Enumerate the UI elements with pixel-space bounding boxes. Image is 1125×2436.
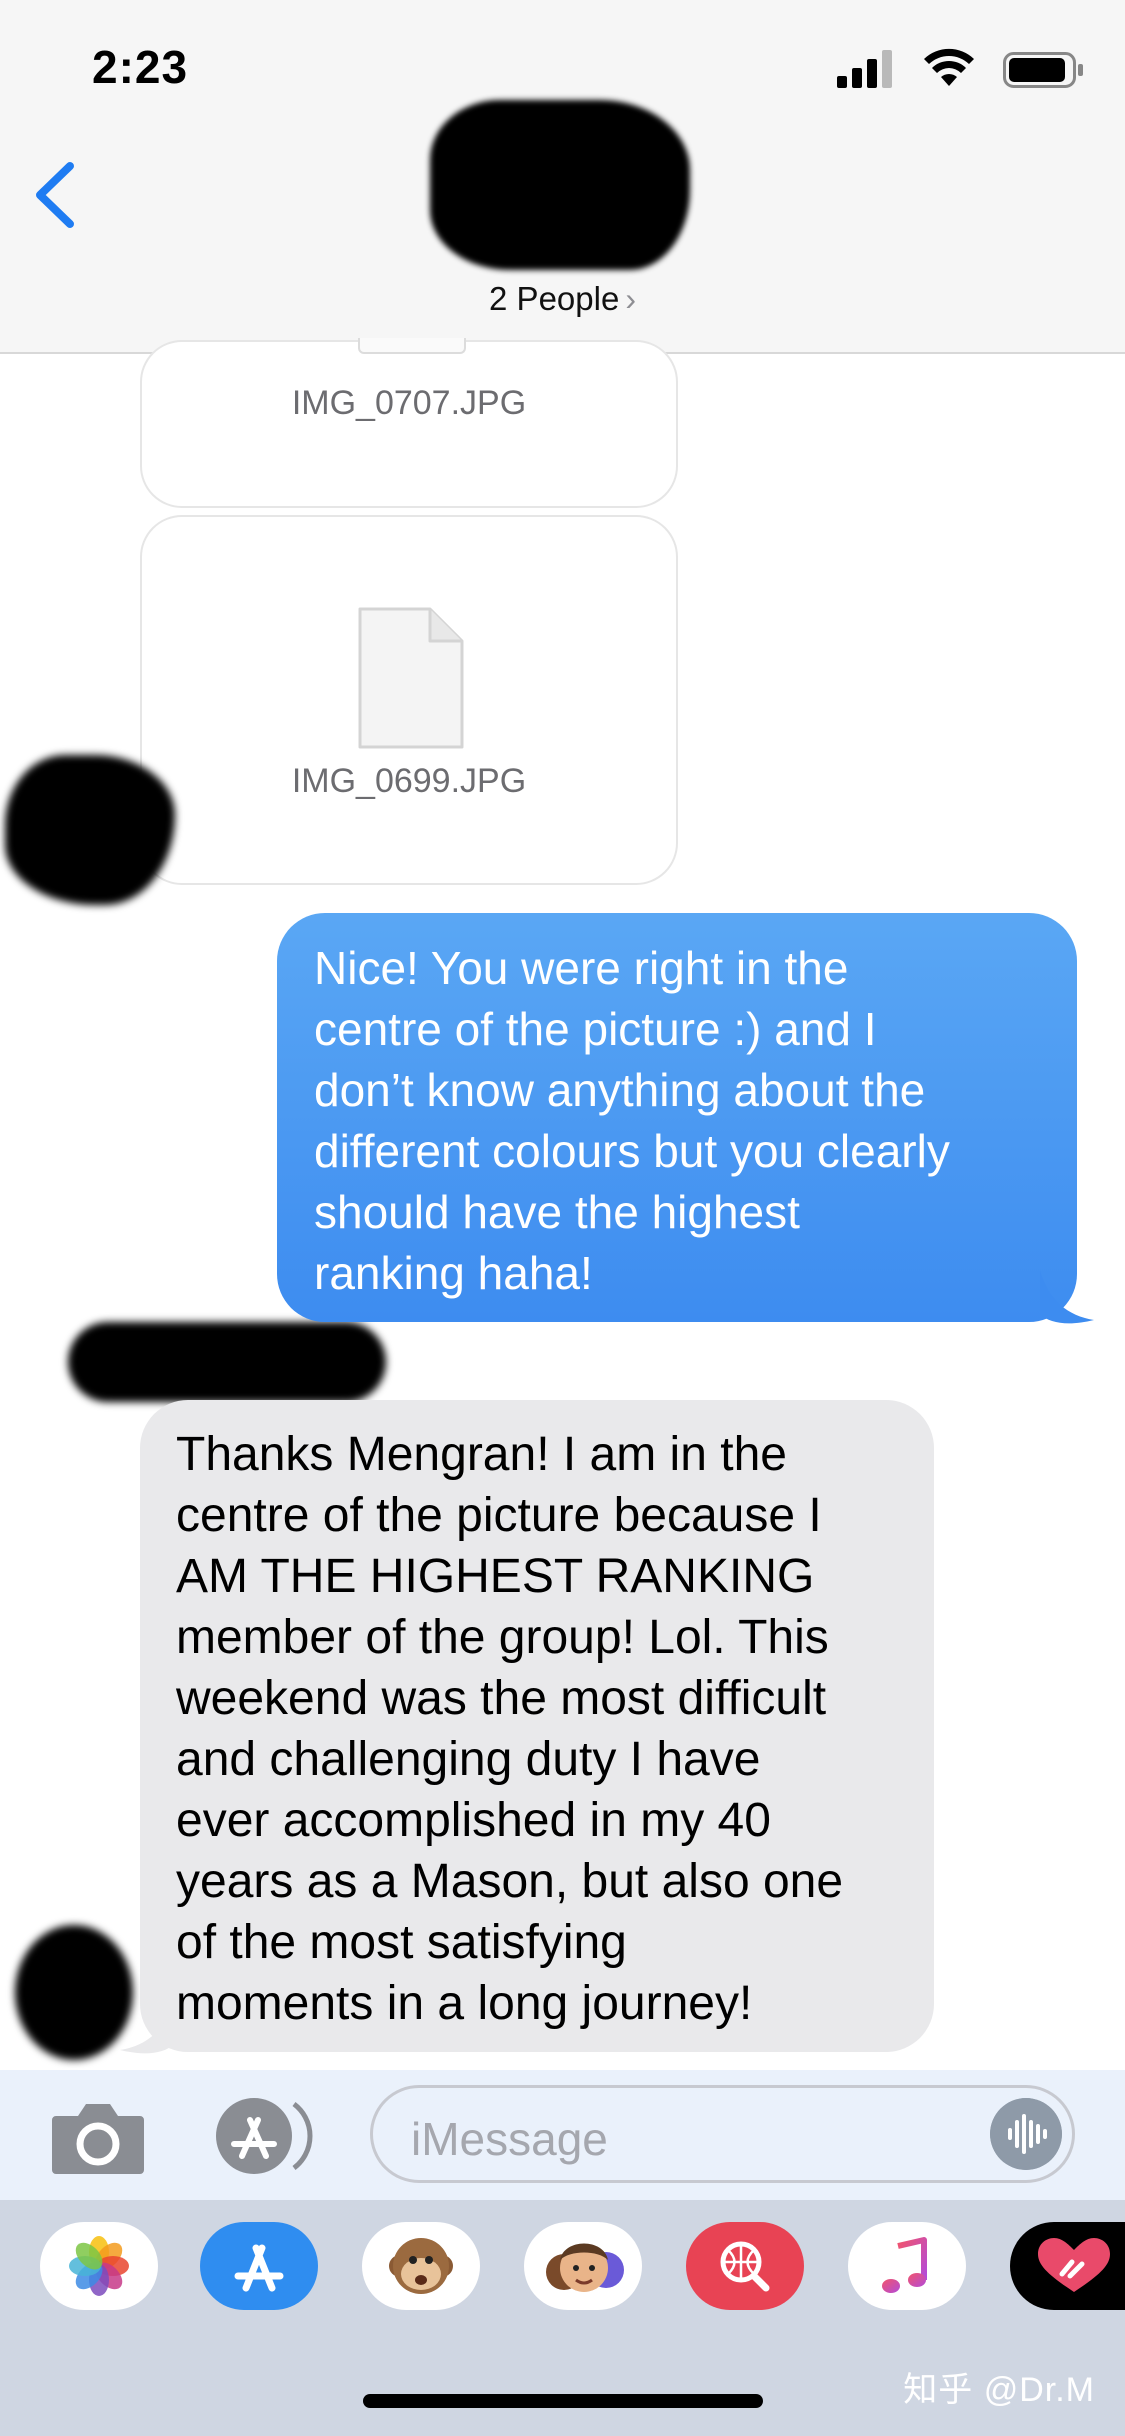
status-icons bbox=[825, 48, 1085, 90]
bubble-tail bbox=[120, 2000, 174, 2054]
animoji-icon[interactable] bbox=[362, 2222, 480, 2310]
conversation-header: 2:23 2 People › bbox=[0, 0, 1125, 354]
watermark: 知乎 @Dr.M bbox=[903, 2371, 1095, 2409]
people-button[interactable]: 2 People › bbox=[0, 280, 1125, 318]
chevron-left-icon[interactable] bbox=[30, 160, 80, 230]
app-store-icon[interactable] bbox=[208, 2096, 318, 2176]
camera-icon[interactable] bbox=[50, 2098, 146, 2176]
received-message-bubble[interactable]: Thanks Mengran! I am in the centre of th… bbox=[140, 1400, 934, 2052]
attachment-img-0707[interactable]: IMG_0707.JPG bbox=[140, 338, 678, 508]
signal-icon bbox=[837, 50, 892, 88]
music-icon[interactable] bbox=[848, 2222, 966, 2310]
sender-avatar bbox=[15, 1925, 133, 2060]
battery-icon bbox=[1003, 52, 1083, 88]
sent-message-bubble[interactable]: Nice! You were right in the centre of th… bbox=[277, 913, 1077, 1322]
status-time: 2:23 bbox=[92, 41, 189, 93]
bubble-tail bbox=[1040, 1270, 1094, 1324]
wifi-icon bbox=[924, 48, 974, 86]
sender-avatar bbox=[5, 755, 175, 905]
imessage-placeholder: iMessage bbox=[411, 2113, 608, 2165]
people-label: 2 People bbox=[489, 280, 620, 317]
group-avatar[interactable] bbox=[430, 100, 690, 270]
web-images-search-icon[interactable] bbox=[686, 2222, 804, 2310]
memoji-icon[interactable] bbox=[524, 2222, 642, 2310]
sender-name bbox=[68, 1322, 386, 1402]
attachment-file-name: IMG_0707.JPG bbox=[291, 384, 527, 422]
photos-app-icon[interactable] bbox=[40, 2222, 158, 2310]
chevron-right-icon: › bbox=[625, 281, 636, 317]
doc-icon bbox=[358, 338, 466, 354]
attachment-file-name: IMG_0699.JPG bbox=[291, 762, 527, 800]
home-indicator[interactable] bbox=[363, 2394, 763, 2408]
doc-icon bbox=[358, 607, 464, 749]
attachment-img-0699[interactable]: IMG_0699.JPG bbox=[140, 515, 678, 885]
message-input-bar: iMessage bbox=[0, 2070, 1125, 2200]
audio-message-icon[interactable] bbox=[990, 2098, 1062, 2170]
digital-touch-icon[interactable] bbox=[1010, 2222, 1125, 2310]
app-store-icon[interactable] bbox=[200, 2222, 318, 2310]
imessage-input[interactable]: iMessage bbox=[370, 2085, 1075, 2183]
